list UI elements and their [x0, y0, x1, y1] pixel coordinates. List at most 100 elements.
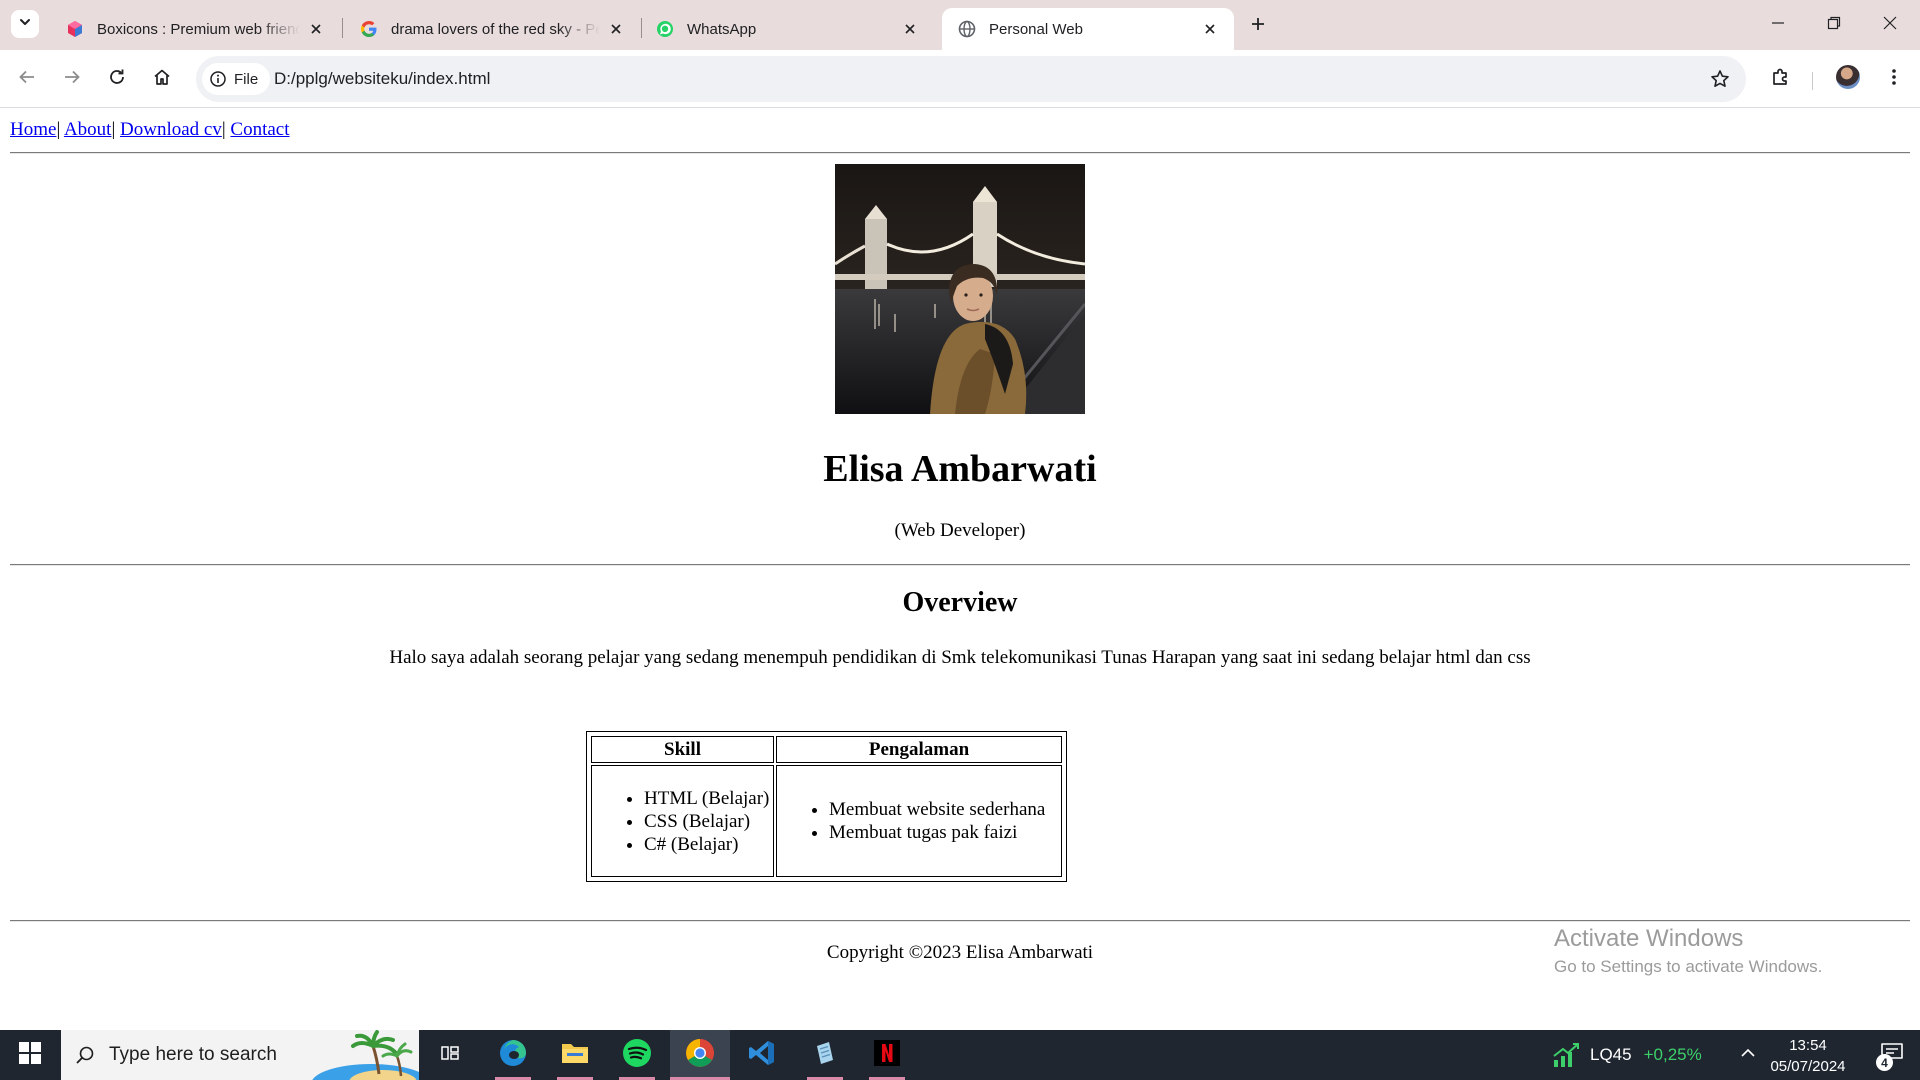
- home-button[interactable]: [146, 63, 178, 95]
- site-nav: Home| About| Download cv| Contact: [10, 119, 290, 141]
- task-view-icon: [439, 1042, 461, 1069]
- skill-table: Skill Pengalaman HTML (Belajar) CSS (Bel…: [586, 731, 1067, 882]
- netflix-icon: [874, 1039, 900, 1071]
- spotify-icon: [622, 1038, 652, 1073]
- taskbar-edge[interactable]: [483, 1030, 543, 1080]
- watermark-subtitle: Go to Settings to activate Windows.: [1554, 957, 1823, 976]
- nav-separator: |: [111, 119, 116, 140]
- notification-count-badge: 4: [1876, 1054, 1893, 1071]
- clock-time: 13:54: [1789, 1037, 1827, 1054]
- experience-list: Membuat website sederhana Membuat tugas …: [777, 798, 1059, 844]
- vscode-icon: [748, 1039, 776, 1072]
- stock-change: +0,25%: [1643, 1045, 1702, 1064]
- globe-icon: [958, 20, 976, 38]
- tab-google-search[interactable]: drama lovers of the red sky - Penelusura…: [344, 8, 640, 50]
- taskbar-netflix[interactable]: [857, 1030, 917, 1080]
- taskbar-search-box[interactable]: Type here to search: [61, 1030, 419, 1080]
- stock-symbol: LQ45: [1590, 1045, 1632, 1064]
- tab-strip: Boxicons : Premium web friendly icons dr…: [0, 0, 1920, 50]
- close-icon[interactable]: [606, 19, 626, 39]
- show-hidden-icons-button[interactable]: [1733, 1030, 1763, 1080]
- reload-button[interactable]: [101, 63, 133, 95]
- chrome-menu-button[interactable]: [1878, 63, 1910, 95]
- close-window-button[interactable]: [1862, 0, 1918, 50]
- whatsapp-logo-icon: [656, 20, 674, 38]
- nav-link-about[interactable]: About: [64, 119, 112, 140]
- skill-list: HTML (Belajar) CSS (Belajar) C# (Belajar…: [592, 787, 771, 856]
- reload-icon: [108, 68, 126, 91]
- taskbar-notepad[interactable]: [795, 1030, 855, 1080]
- restore-icon: [1827, 16, 1841, 35]
- close-icon[interactable]: [900, 19, 920, 39]
- google-logo-icon: [360, 20, 378, 38]
- tab-title: Boxicons : Premium web friendly icons: [97, 20, 300, 38]
- page-viewport: Home| About| Download cv| Contact Elisa …: [0, 109, 1920, 1030]
- browser-toolbar: File D:/pplg/websiteku/index.html: [0, 50, 1920, 108]
- close-icon[interactable]: [306, 19, 326, 39]
- search-placeholder: Type here to search: [109, 1044, 277, 1065]
- taskbar-vscode[interactable]: [732, 1030, 792, 1080]
- info-icon: [210, 71, 226, 87]
- close-icon[interactable]: [1200, 19, 1220, 39]
- tab-personal-web[interactable]: Personal Web: [942, 8, 1234, 50]
- notepad-icon: [812, 1040, 838, 1071]
- task-view-button[interactable]: [420, 1030, 480, 1080]
- new-tab-button[interactable]: [1244, 12, 1272, 40]
- site-chip-label: File: [234, 70, 259, 88]
- bookmark-star-icon[interactable]: [1708, 67, 1732, 91]
- list-item: Membuat website sederhana: [829, 798, 1059, 821]
- site-info-chip[interactable]: File: [202, 63, 271, 95]
- arrow-right-icon: [63, 68, 81, 91]
- stock-chart-icon: [1552, 1042, 1580, 1068]
- nav-link-home[interactable]: Home: [10, 119, 56, 140]
- tab-title: Personal Web: [989, 20, 1083, 38]
- puzzle-icon: [1771, 67, 1791, 92]
- taskbar-file-explorer[interactable]: [545, 1030, 605, 1080]
- nav-separator: |: [56, 119, 61, 140]
- chevron-down-icon: [18, 15, 32, 34]
- nav-link-download-cv[interactable]: Download cv: [120, 119, 222, 140]
- start-button[interactable]: [0, 1030, 60, 1080]
- minimize-button[interactable]: [1750, 0, 1806, 50]
- overview-heading: Overview: [902, 587, 1018, 618]
- tab-whatsapp[interactable]: WhatsApp: [640, 8, 934, 50]
- nav-separator: |: [221, 119, 226, 140]
- table-row: HTML (Belajar) CSS (Belajar) C# (Belajar…: [591, 765, 1062, 877]
- taskbar-chrome[interactable]: [670, 1030, 730, 1080]
- forward-button[interactable]: [56, 63, 88, 95]
- back-button[interactable]: [11, 63, 43, 95]
- restore-button[interactable]: [1806, 0, 1862, 50]
- clock-date: 05/07/2024: [1770, 1058, 1846, 1075]
- taskbar-spotify[interactable]: [607, 1030, 667, 1080]
- home-icon: [153, 68, 171, 91]
- arrow-left-icon: [18, 68, 36, 91]
- profile-name: Elisa Ambarwati: [823, 448, 1097, 490]
- watermark-title: Activate Windows: [1554, 925, 1744, 952]
- notifications-button[interactable]: [1864, 1030, 1920, 1080]
- system-clock[interactable]: 13:54 05/07/2024: [1768, 1035, 1848, 1077]
- overview-text: Halo saya adalah seorang pelajar yang se…: [389, 647, 1531, 668]
- list-item: C# (Belajar): [644, 833, 771, 856]
- profile-avatar[interactable]: [1836, 65, 1860, 89]
- close-icon: [1883, 16, 1897, 35]
- stock-widget[interactable]: LQ45 +0,25%: [1552, 1030, 1702, 1080]
- table-header-skill: Skill: [591, 736, 774, 763]
- plus-icon: [1250, 16, 1266, 37]
- tab-title: WhatsApp: [687, 20, 757, 38]
- table-header-row: Skill Pengalaman: [591, 736, 1062, 763]
- address-bar[interactable]: File D:/pplg/websiteku/index.html: [196, 56, 1746, 102]
- activate-windows-watermark: Activate Windows Go to Settings to activ…: [1554, 925, 1822, 977]
- tab-boxicons[interactable]: Boxicons : Premium web friendly icons: [50, 8, 340, 50]
- file-explorer-icon: [561, 1041, 589, 1070]
- chrome-icon: [685, 1038, 715, 1073]
- extensions-button[interactable]: [1765, 63, 1797, 95]
- divider-middle: [10, 564, 1910, 566]
- windows-logo-icon: [19, 1041, 41, 1069]
- nav-link-contact[interactable]: Contact: [230, 119, 289, 140]
- url-text[interactable]: D:/pplg/websiteku/index.html: [274, 69, 490, 89]
- toolbar-divider: [1812, 72, 1813, 90]
- beach-illustration-icon: [311, 1030, 419, 1080]
- tab-search-button[interactable]: [11, 10, 39, 38]
- edge-icon: [498, 1038, 528, 1073]
- kebab-menu-icon: [1891, 67, 1897, 92]
